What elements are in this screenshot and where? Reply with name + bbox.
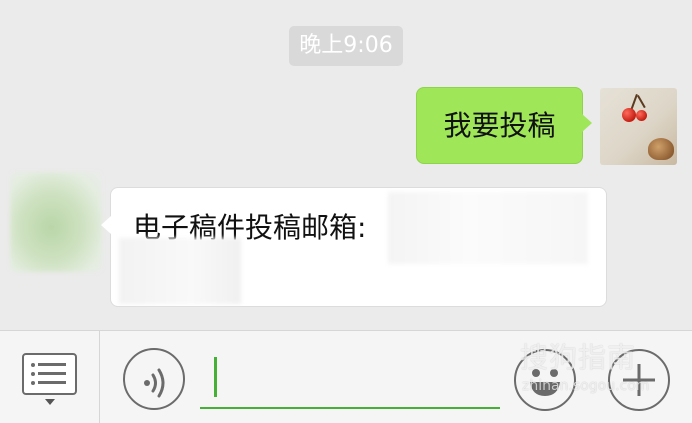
message-input[interactable] <box>200 351 500 409</box>
chat-area[interactable]: 晚上9:06 我要投稿 电子稿件投稿邮箱: <box>0 0 692 330</box>
voice-icon[interactable] <box>123 348 185 410</box>
watermark-url: zhinan.sogou.com <box>522 378 650 394</box>
divider <box>99 331 100 423</box>
contact-avatar[interactable] <box>10 172 102 272</box>
text-cursor <box>214 357 217 397</box>
message-timestamp: 晚上9:06 <box>289 26 403 66</box>
redacted-email-area-2 <box>119 238 241 304</box>
self-avatar[interactable] <box>600 88 677 165</box>
chevron-down-icon <box>45 399 55 405</box>
list-menu-icon[interactable] <box>22 353 77 395</box>
incoming-message-bubble[interactable]: 电子稿件投稿邮箱: <box>101 187 607 307</box>
redacted-email-area <box>388 192 588 264</box>
watermark: 搜狗指南 <box>520 341 637 374</box>
outgoing-message-bubble[interactable]: 我要投稿 <box>416 87 592 164</box>
